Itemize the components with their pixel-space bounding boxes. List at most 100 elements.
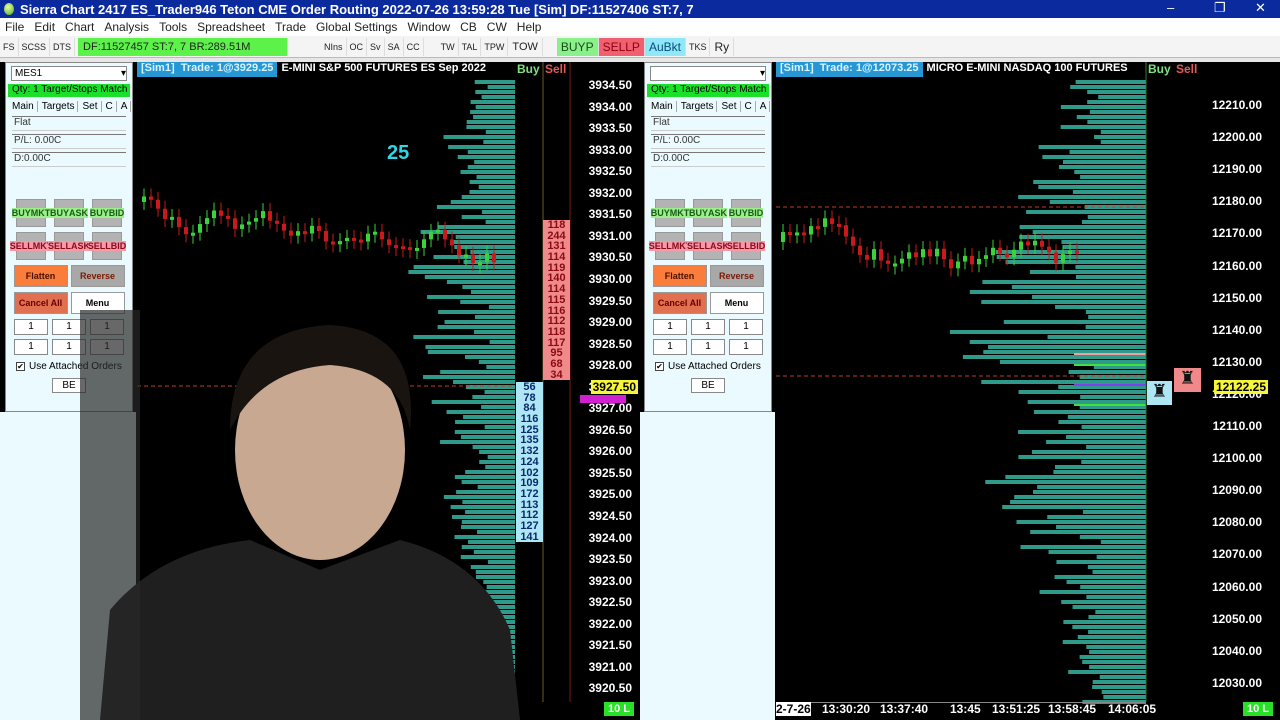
sell-ask-button[interactable]: SELL ASK [686, 232, 730, 260]
attached-orders-checkbox[interactable]: ✔ [655, 362, 664, 371]
cancel-all-button[interactable]: Cancel All [652, 292, 707, 314]
time-tick: 13:45 [950, 702, 981, 716]
volume-profile-bar [1031, 450, 1146, 454]
toolbar-oc[interactable]: OC [347, 37, 368, 56]
toolbar-sa[interactable]: SA [385, 37, 404, 56]
menu-window[interactable]: Window [402, 20, 455, 34]
volume-profile-bar [1082, 660, 1146, 664]
be-button[interactable]: BE [691, 378, 725, 393]
volume-profile-bar [1042, 155, 1146, 159]
volume-profile-bar [1066, 580, 1146, 584]
candle [1019, 241, 1023, 250]
buy-ask-button[interactable]: BUY ASK [688, 199, 728, 227]
candle [247, 221, 251, 225]
menu-tools[interactable]: Tools [154, 20, 192, 34]
candle [928, 249, 932, 257]
panel-tab[interactable]: A [121, 101, 132, 112]
menu-cb[interactable]: CB [455, 20, 482, 34]
toolbar-tks[interactable]: TKS [686, 37, 711, 56]
volume-profile-bar [1039, 590, 1146, 594]
buy-bid-button[interactable]: BUY BID [728, 199, 764, 227]
toolbar-ry[interactable]: Ry [710, 37, 735, 56]
time-tick: 14:06:05 [1108, 702, 1157, 716]
sell-mkt-button[interactable]: SELL MKT [648, 232, 692, 260]
menu-help[interactable]: Help [512, 20, 547, 34]
buy-bid-button[interactable]: BUY BID [89, 199, 125, 227]
reverse-button[interactable]: Reverse [709, 265, 764, 287]
panel-tab[interactable]: Main [12, 101, 38, 112]
toolbar-tpw[interactable]: TPW [481, 37, 509, 56]
maximize-icon[interactable]: ❐ [1214, 0, 1226, 16]
aubkt-button[interactable]: AuBkt [644, 37, 686, 56]
bid-order-marker-icon[interactable]: ♜ [1147, 381, 1172, 405]
menu-analysis[interactable]: Analysis [99, 20, 154, 34]
qty-input[interactable]: 1 [653, 339, 687, 355]
toolbar-scss[interactable]: SCSS [19, 37, 51, 56]
chart-nq-canvas[interactable] [776, 62, 1276, 718]
menu-spreadsheet[interactable]: Spreadsheet [192, 20, 270, 34]
candle [879, 249, 883, 261]
candle [366, 233, 370, 242]
qty-input[interactable]: 1 [729, 319, 763, 335]
qty-input[interactable]: 1 [653, 319, 687, 335]
buy-column-header: Buy [517, 62, 540, 76]
toolbar-tw[interactable]: TW [438, 37, 459, 56]
panel-tab[interactable]: C [106, 101, 117, 112]
panel-tab[interactable]: Set [721, 101, 741, 112]
menu-chart[interactable]: Chart [60, 20, 99, 34]
qty-input[interactable]: 1 [691, 319, 725, 335]
menu-button[interactable]: Menu [709, 292, 764, 314]
qty-input[interactable]: 1 [691, 339, 725, 355]
symbol-select[interactable]: MES1 ▾ [11, 66, 127, 81]
sell-column-header: Sell [545, 62, 567, 76]
ask-order-marker-icon[interactable]: ♜ [1174, 368, 1201, 392]
sell-mkt-button[interactable]: SELL MKT [9, 232, 53, 260]
symbol-select[interactable]: ▾ [650, 66, 766, 81]
menu-trade[interactable]: Trade [270, 20, 311, 34]
attached-orders-checkbox[interactable]: ✔ [16, 362, 25, 371]
panel-tab[interactable]: Targets [681, 101, 718, 112]
volume-profile-bar [1018, 390, 1146, 394]
minimize-icon[interactable]: – [1167, 0, 1174, 15]
panel-tab[interactable]: Set [82, 101, 102, 112]
toolbar-tow[interactable]: TOW [508, 37, 543, 56]
buy-ask-button[interactable]: BUY ASK [49, 199, 89, 227]
qty-input[interactable]: 1 [729, 339, 763, 355]
volume-profile-bar [1056, 525, 1146, 529]
volume-profile-bar [1089, 665, 1146, 669]
flatten-button[interactable]: Flatten [652, 265, 707, 287]
toolbar-sv[interactable]: Sv [367, 37, 385, 56]
panel-tab[interactable]: Main [651, 101, 677, 112]
close-icon[interactable]: ✕ [1255, 0, 1266, 16]
chart-nq[interactable]: [Sim1] Trade: 1@12073.25 MICRO E-MINI NA… [776, 62, 1276, 718]
volume-profile-bar [450, 200, 515, 204]
candle [471, 254, 475, 263]
volume-profile-bar [462, 285, 515, 289]
panel-tab[interactable]: Targets [42, 101, 79, 112]
menu-file[interactable]: File [0, 20, 29, 34]
toolbar-nins[interactable]: NIns [321, 37, 347, 56]
buy-mkt-button[interactable]: BUY MKT [11, 199, 51, 227]
qty-input[interactable]: 1 [14, 319, 48, 335]
qty-input[interactable]: 1 [14, 339, 48, 355]
buyp-button[interactable]: BUYP [556, 37, 599, 56]
menu-cw[interactable]: CW [482, 20, 512, 34]
toolbar-fs[interactable]: FS [0, 37, 19, 56]
panel-tab[interactable]: A [760, 101, 771, 112]
panel-tab[interactable]: C [745, 101, 756, 112]
cancel-all-button[interactable]: Cancel All [13, 292, 68, 314]
reverse-button[interactable]: Reverse [70, 265, 125, 287]
menu-global-settings[interactable]: Global Settings [311, 20, 402, 34]
toolbar-cc[interactable]: CC [404, 37, 424, 56]
flatten-button[interactable]: Flatten [13, 265, 68, 287]
menu-edit[interactable]: Edit [29, 20, 60, 34]
toolbar-tal[interactable]: TAL [459, 37, 482, 56]
chart-nq-title: MICRO E-MINI NASDAQ 100 FUTURES [926, 62, 1128, 74]
buy-mkt-button[interactable]: BUY MKT [650, 199, 690, 227]
sellp-button[interactable]: SELLP [598, 37, 645, 56]
sell-bid-button[interactable]: SELL BID [726, 232, 766, 260]
sell-ask-button[interactable]: SELL ASK [47, 232, 91, 260]
toolbar-dts[interactable]: DTS [50, 37, 76, 56]
sell-bid-button[interactable]: SELL BID [87, 232, 127, 260]
volume-profile-bar [1005, 260, 1146, 264]
